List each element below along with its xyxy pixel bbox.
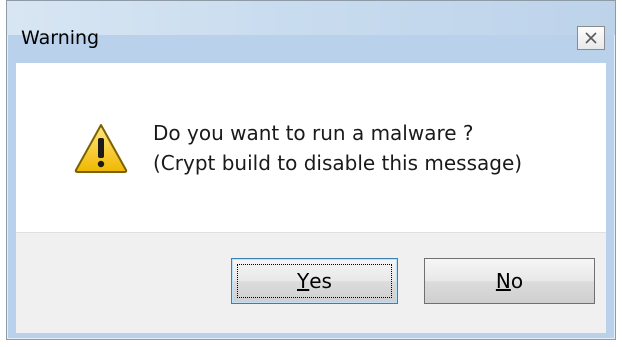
message-text: Do you want to run a malware ? (Crypt bu… [153, 118, 522, 178]
dialog-title: Warning [21, 27, 100, 49]
close-button[interactable] [577, 26, 605, 50]
message-line-1: Do you want to run a malware ? [153, 121, 474, 145]
no-mnemonic: N [495, 269, 511, 293]
focus-rectangle [237, 264, 392, 298]
button-bar: Yes No [16, 232, 606, 333]
warning-icon [74, 124, 128, 173]
close-icon [585, 32, 597, 44]
no-button[interactable]: No [424, 258, 595, 304]
yes-button[interactable]: Yes [231, 258, 398, 304]
warning-dialog: Warning Do you want to run a malware ? (… [6, 0, 616, 340]
dialog-body: Do you want to run a malware ? (Crypt bu… [16, 63, 606, 333]
no-label: o [510, 269, 524, 293]
message-line-2: (Crypt build to disable this message) [153, 151, 523, 175]
